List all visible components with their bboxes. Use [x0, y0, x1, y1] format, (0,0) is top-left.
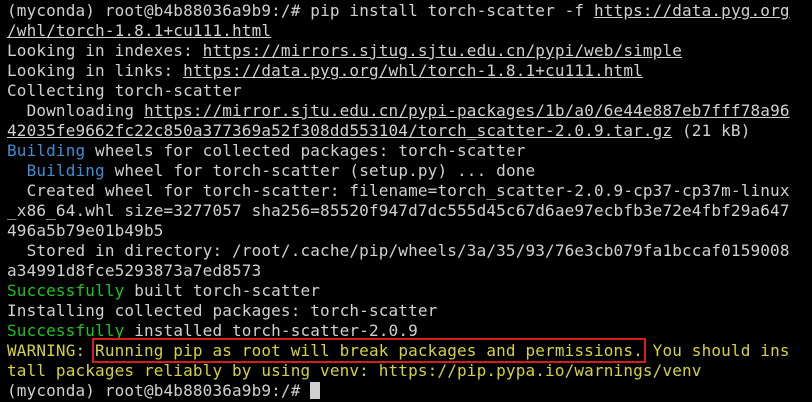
terminal-line: a34991d8fce5293873a7ed8573	[7, 261, 812, 281]
shell-prompt: (myconda) root@b4b88036a9b9:/#	[7, 1, 311, 20]
terminal-line: Collecting torch-scatter	[7, 81, 812, 101]
terminal-line: Successfully installed torch-scatter-2.0…	[7, 321, 812, 341]
download-url[interactable]: https://mirror.sjtu.edu.cn/pypi-packages…	[144, 101, 790, 120]
output-text: Looking in indexes:	[7, 41, 203, 60]
terminal-line: Stored in directory: /root/.cache/pip/wh…	[7, 241, 812, 261]
index-url[interactable]: https://mirrors.sjtug.sjtu.edu.cn/pypi/w…	[203, 41, 682, 60]
terminal-line: (myconda) root@b4b88036a9b9:/#	[7, 381, 812, 401]
terminal-line: Successfully built torch-scatter	[7, 281, 812, 301]
terminal-line: Installing collected packages: torch-sca…	[7, 301, 812, 321]
find-links-url-continued[interactable]: /whl/torch-1.8.1+cu111.html	[7, 21, 271, 40]
download-size: (21 kB)	[672, 121, 751, 140]
terminal-line: Building wheel for torch-scatter (setup.…	[7, 161, 812, 181]
highlighted-warning-text: Running pip as root will break packages …	[92, 338, 646, 363]
terminal-line: Building wheels for collected packages: …	[7, 141, 812, 161]
building-keyword: Building	[7, 141, 86, 160]
terminal-line: (myconda) root@b4b88036a9b9:/# pip insta…	[7, 1, 812, 21]
terminal-line: Looking in indexes: https://mirrors.sjtu…	[7, 41, 812, 61]
output-text: Collecting torch-scatter	[7, 81, 242, 100]
terminal-line: 42035fe9662fc22c850a377369a52f308dd55310…	[7, 121, 812, 141]
terminal-line: _x86_64.whl size=3277057 sha256=85520f94…	[7, 201, 812, 221]
terminal-line: /whl/torch-1.8.1+cu111.html	[7, 21, 812, 41]
text-cursor[interactable]	[310, 382, 321, 399]
building-keyword: Building	[26, 161, 105, 180]
output-text: 496a5b79e01b49b5	[7, 221, 164, 240]
terminal-line: Looking in links: https://data.pyg.org/w…	[7, 61, 812, 81]
output-text: _x86_64.whl size=3277057 sha256=85520f94…	[7, 201, 790, 220]
shell-prompt: (myconda) root@b4b88036a9b9:/#	[7, 381, 311, 400]
output-text: Looking in links:	[7, 61, 184, 80]
download-url-continued[interactable]: 42035fe9662fc22c850a377369a52f308dd55310…	[7, 121, 672, 140]
command-text: pip install torch-scatter -f	[310, 1, 594, 20]
warning-text-continued: tall packages reliably by using venv: ht…	[7, 361, 702, 380]
links-url[interactable]: https://data.pyg.org/whl/torch-1.8.1+cu1…	[183, 61, 643, 80]
terminal-line: Downloading https://mirror.sjtu.edu.cn/p…	[7, 101, 812, 121]
terminal-line: 496a5b79e01b49b5	[7, 221, 812, 241]
terminal-line: Created wheel for torch-scatter: filenam…	[7, 181, 812, 201]
terminal-line: WARNING: Running pip as root will break …	[7, 338, 812, 363]
warning-text: You should ins	[642, 341, 790, 360]
output-text: a34991d8fce5293873a7ed8573	[7, 261, 262, 280]
success-keyword: Successfully	[7, 281, 125, 300]
output-text: Stored in directory: /root/.cache/pip/wh…	[7, 241, 790, 260]
warning-label: WARNING:	[7, 341, 96, 360]
output-text: Installing collected packages: torch-sca…	[7, 301, 438, 320]
output-text: wheels for collected packages: torch-sca…	[85, 141, 526, 160]
output-text: installed torch-scatter-2.0.9	[124, 321, 418, 340]
terminal-window[interactable]: (myconda) root@b4b88036a9b9:/# pip insta…	[0, 0, 812, 402]
output-text: wheel for torch-scatter (setup.py) ... d…	[104, 161, 536, 180]
success-keyword: Successfully	[7, 321, 125, 340]
terminal-line: tall packages reliably by using venv: ht…	[7, 361, 812, 381]
output-text: built torch-scatter	[124, 281, 321, 300]
find-links-url[interactable]: https://data.pyg.org	[594, 1, 790, 20]
output-text: Created wheel for torch-scatter: filenam…	[7, 181, 790, 200]
output-text: Downloading	[7, 101, 144, 120]
